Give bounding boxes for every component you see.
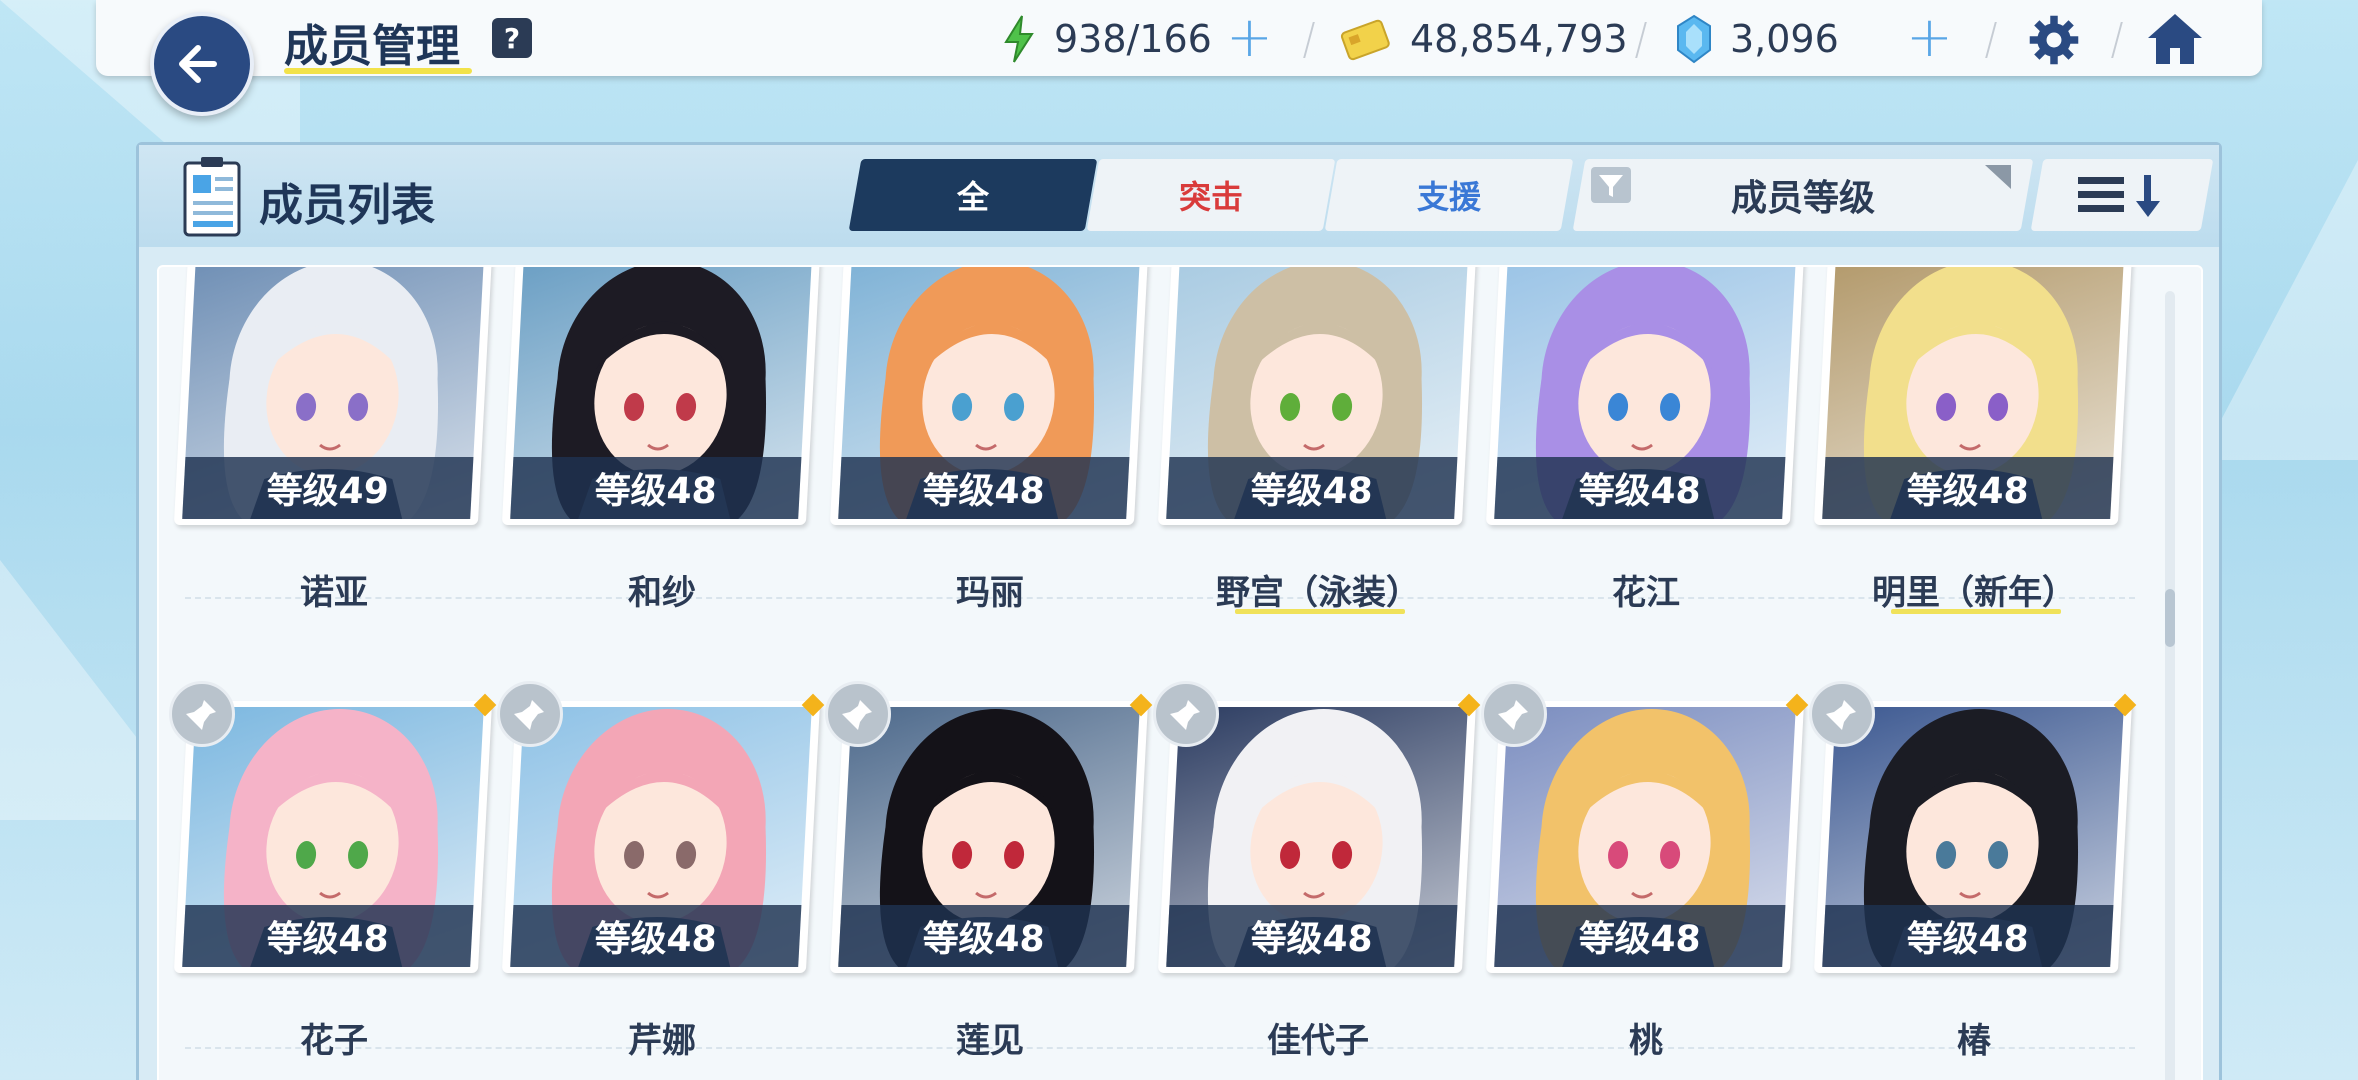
scrollbar-thumb[interactable] <box>2165 589 2175 647</box>
gems-add-button[interactable]: + <box>1906 10 1953 66</box>
student-card[interactable]: 等级48 <box>1813 267 2133 525</box>
name-underline <box>1235 609 1405 614</box>
student-card[interactable]: 等级49 <box>173 267 493 525</box>
pin-button[interactable] <box>1153 681 1219 747</box>
student-level: 等级48 <box>1822 905 2114 967</box>
tab-all[interactable]: 全 <box>848 159 1098 231</box>
student-level: 等级48 <box>1822 457 2114 519</box>
student-name: 野宫（泳装） <box>1216 573 1420 613</box>
student-card[interactable]: 等级48 <box>501 701 821 973</box>
title-underline <box>284 68 472 74</box>
tab-strike-label: 突击 <box>1178 178 1243 216</box>
student-card[interactable]: 等级48 <box>1157 701 1477 973</box>
pin-button[interactable] <box>169 681 235 747</box>
gems-value: 3,096 <box>1730 17 1839 61</box>
tab-all-label: 全 <box>956 178 989 216</box>
student-card[interactable]: 等级48 <box>829 267 1149 525</box>
student-level: 等级48 <box>838 905 1130 967</box>
sort-label: 成员等级 <box>1730 178 1875 219</box>
scrollbar-track[interactable] <box>2165 291 2175 1080</box>
student-name: 和纱 <box>628 573 696 613</box>
bg-shape <box>2200 160 2358 460</box>
member-grid[interactable]: 等级49 诺亚 等级48 和纱 等级48 玛丽 等级48 野宫（泳装） 等级48 花江 等级48 明里… <box>157 265 2203 1080</box>
credit-card-icon <box>1340 19 1390 61</box>
pin-icon <box>186 700 216 730</box>
sort-dropdown[interactable]: 成员等级 <box>1572 159 2034 231</box>
pin-icon <box>1826 700 1856 730</box>
panel-header: 成员列表 全 突击 支援 成员等级 <box>139 145 2219 247</box>
student-level: 等级48 <box>1166 457 1458 519</box>
student-level: 等级48 <box>1166 905 1458 967</box>
panel-title: 成员列表 <box>259 180 435 231</box>
student-name: 花江 <box>1612 573 1680 613</box>
sort-order-button[interactable] <box>2030 159 2214 231</box>
student-level: 等级48 <box>182 905 474 967</box>
pin-icon <box>1498 700 1528 730</box>
gear-icon[interactable] <box>2024 12 2084 68</box>
student-level: 等级48 <box>838 457 1130 519</box>
student-card[interactable]: 等级48 <box>173 701 493 973</box>
student-card[interactable]: 等级48 <box>829 701 1149 973</box>
pin-button[interactable] <box>825 681 891 747</box>
student-name: 花子 <box>300 1021 368 1061</box>
home-icon[interactable] <box>2144 10 2206 68</box>
student-card[interactable]: 等级48 <box>1157 267 1477 525</box>
filter-icon <box>1591 167 1631 203</box>
student-name: 桃 <box>1629 1021 1663 1061</box>
student-name: 玛丽 <box>956 573 1024 613</box>
credits-value: 48,854,793 <box>1410 17 1628 61</box>
member-list-icon <box>183 157 241 237</box>
pin-icon <box>842 700 872 730</box>
student-level: 等级49 <box>182 457 474 519</box>
back-arrow-icon <box>179 45 217 83</box>
back-button[interactable] <box>150 12 254 116</box>
student-name: 芹娜 <box>628 1021 696 1061</box>
student-card[interactable]: 等级48 <box>501 267 821 525</box>
ap-value: 938/166 <box>1054 17 1212 61</box>
pin-button[interactable] <box>1481 681 1547 747</box>
dropdown-corner-icon <box>1985 165 2011 189</box>
tab-support[interactable]: 支援 <box>1324 159 1574 231</box>
gem-icon <box>1677 14 1711 64</box>
student-name: 椿 <box>1957 1021 1991 1061</box>
pin-button[interactable] <box>497 681 563 747</box>
pin-icon <box>1170 700 1200 730</box>
student-card[interactable]: 等级48 <box>1485 701 1805 973</box>
student-level: 等级48 <box>510 905 802 967</box>
ap-lightning-icon <box>1004 15 1034 63</box>
student-name: 诺亚 <box>300 573 368 613</box>
student-level: 等级48 <box>1494 457 1786 519</box>
student-level: 等级48 <box>1494 905 1786 967</box>
help-button[interactable]: ? <box>492 18 532 58</box>
tab-strike[interactable]: 突击 <box>1086 159 1336 231</box>
student-name: 佳代子 <box>1267 1021 1369 1061</box>
tab-support-label: 支援 <box>1416 178 1481 216</box>
student-name: 莲见 <box>956 1021 1024 1061</box>
pin-button[interactable] <box>1809 681 1875 747</box>
student-card[interactable]: 等级48 <box>1485 267 1805 525</box>
member-panel: 成员列表 全 突击 支援 成员等级 等级49 诺亚 等级48 和纱 等级48 玛… <box>136 142 2222 1080</box>
student-name: 明里（新年） <box>1872 573 2076 613</box>
student-card[interactable]: 等级48 <box>1813 701 2133 973</box>
sort-descending-icon <box>2078 175 2160 217</box>
student-level: 等级48 <box>510 457 802 519</box>
ap-add-button[interactable]: + <box>1226 10 1273 66</box>
name-underline <box>1891 609 2061 614</box>
pin-icon <box>514 700 544 730</box>
page-title: 成员管理 <box>284 21 460 72</box>
